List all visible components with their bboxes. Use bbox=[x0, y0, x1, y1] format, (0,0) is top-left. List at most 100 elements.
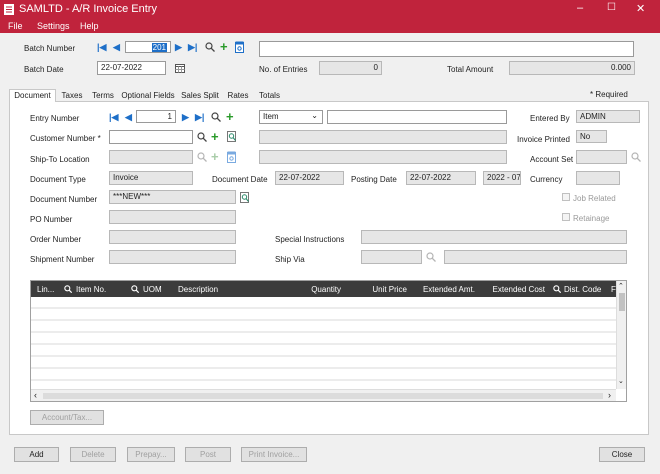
next-batch-icon[interactable]: ▶ bbox=[175, 42, 182, 53]
tab-terms[interactable]: Terms bbox=[89, 91, 117, 100]
po-number-input[interactable] bbox=[109, 210, 236, 224]
entry-description-input[interactable] bbox=[327, 110, 507, 124]
vertical-scroll-thumb[interactable] bbox=[619, 293, 625, 311]
col-extended-amt[interactable]: Extended Amt. bbox=[413, 285, 475, 294]
batch-date-input[interactable]: 22-07-2022 bbox=[97, 61, 166, 75]
scroll-right-icon[interactable]: › bbox=[608, 390, 611, 400]
next-entry-icon[interactable]: ▶ bbox=[182, 112, 189, 123]
chevron-down-icon: ⌄ bbox=[311, 111, 318, 120]
customer-name-value bbox=[259, 130, 507, 144]
search-icon[interactable] bbox=[211, 112, 221, 122]
customer-number-input[interactable] bbox=[109, 130, 193, 144]
job-related-checkbox[interactable] bbox=[562, 193, 570, 201]
po-number-label: PO Number bbox=[30, 215, 73, 224]
shipment-number-label: Shipment Number bbox=[30, 255, 95, 264]
prepay-button[interactable]: Prepay... bbox=[127, 447, 175, 462]
prev-entry-icon[interactable]: ◀ bbox=[125, 112, 132, 123]
menu-help[interactable]: Help bbox=[80, 21, 99, 31]
minimize-button[interactable]: – bbox=[577, 2, 583, 14]
col-unit-price[interactable]: Unit Price bbox=[349, 285, 407, 294]
tab-totals[interactable]: Totals bbox=[255, 91, 284, 100]
menu-settings[interactable]: Settings bbox=[37, 21, 70, 31]
order-number-input[interactable] bbox=[109, 230, 236, 244]
detail-grid[interactable]: Lin... Item No. UOM Description Quantity… bbox=[30, 280, 627, 402]
calendar-icon[interactable] bbox=[175, 63, 185, 73]
horizontal-scroll-thumb[interactable] bbox=[43, 393, 603, 399]
tab-sales-split[interactable]: Sales Split bbox=[179, 91, 221, 100]
search-icon[interactable] bbox=[197, 152, 207, 162]
maximize-button[interactable]: ☐ bbox=[607, 2, 616, 13]
batch-number-input[interactable]: 201 bbox=[125, 41, 171, 53]
batch-number-label: Batch Number bbox=[24, 44, 76, 53]
post-button[interactable]: Post bbox=[185, 447, 231, 462]
col-extended-cost[interactable]: Extended Cost bbox=[481, 285, 545, 294]
add-button[interactable]: Add bbox=[14, 447, 59, 462]
batch-description-input[interactable] bbox=[259, 41, 634, 57]
print-invoice-button[interactable]: Print Invoice... bbox=[241, 447, 307, 462]
vertical-scrollbar[interactable]: ⌃ ⌄ bbox=[616, 281, 626, 389]
col-dist-code[interactable]: Dist. Code bbox=[564, 285, 606, 294]
shipment-number-input[interactable] bbox=[109, 250, 236, 264]
menu-file[interactable]: File bbox=[8, 21, 23, 31]
ship-to-input[interactable] bbox=[109, 150, 193, 164]
first-batch-icon[interactable]: |◀ bbox=[97, 42, 106, 53]
close-button[interactable]: Close bbox=[599, 447, 645, 462]
new-entry-icon[interactable]: + bbox=[226, 110, 234, 123]
document-type-label: Document Type bbox=[30, 175, 86, 184]
prev-batch-icon[interactable]: ◀ bbox=[113, 42, 120, 53]
scroll-up-icon[interactable]: ⌃ bbox=[618, 282, 624, 290]
col-quantity[interactable]: Quantity bbox=[299, 285, 341, 294]
scroll-left-icon[interactable]: ‹ bbox=[34, 390, 37, 400]
horizontal-scrollbar[interactable]: ‹ › bbox=[31, 389, 616, 401]
first-entry-icon[interactable]: |◀ bbox=[109, 112, 118, 123]
window-title: SAMLTD - A/R Invoice Entry bbox=[19, 3, 157, 15]
search-icon[interactable] bbox=[553, 285, 561, 293]
currency-value bbox=[576, 171, 620, 185]
account-set-input[interactable] bbox=[576, 150, 627, 164]
batch-settings-icon[interactable] bbox=[235, 41, 244, 53]
document-number-value[interactable]: ***NEW*** bbox=[109, 190, 236, 204]
close-window-button[interactable]: ✕ bbox=[636, 2, 645, 15]
grid-body[interactable] bbox=[31, 297, 616, 389]
entry-number-input[interactable]: 1 bbox=[136, 110, 176, 123]
search-icon[interactable] bbox=[64, 285, 72, 293]
detail-type-select[interactable]: Item ⌄ bbox=[259, 110, 323, 124]
order-number-label: Order Number bbox=[30, 235, 82, 244]
entries-value: 0 bbox=[319, 61, 382, 75]
scroll-down-icon[interactable]: ⌄ bbox=[618, 377, 624, 385]
tab-rates[interactable]: Rates bbox=[224, 91, 252, 100]
col-line[interactable]: Lin... bbox=[37, 285, 61, 294]
col-description[interactable]: Description bbox=[178, 285, 298, 294]
new-customer-icon[interactable]: + bbox=[211, 130, 219, 143]
document-details-icon[interactable] bbox=[240, 192, 250, 203]
tab-document[interactable]: Document bbox=[9, 89, 56, 102]
ship-to-settings-icon[interactable] bbox=[227, 151, 236, 163]
account-tax-button[interactable]: Account/Tax... bbox=[30, 410, 104, 425]
customer-details-icon[interactable] bbox=[227, 131, 237, 142]
tab-taxes[interactable]: Taxes bbox=[58, 91, 86, 100]
tab-optional-fields[interactable]: Optional Fields bbox=[120, 91, 176, 100]
col-item-no[interactable]: Item No. bbox=[76, 285, 126, 294]
app-icon bbox=[4, 4, 14, 15]
posting-date-value[interactable]: 22-07-2022 bbox=[406, 171, 476, 185]
entries-label: No. of Entries bbox=[259, 65, 308, 74]
special-instructions-input[interactable] bbox=[361, 230, 627, 244]
new-ship-to-icon[interactable]: + bbox=[211, 150, 219, 163]
search-icon[interactable] bbox=[631, 152, 641, 162]
document-number-label: Document Number bbox=[30, 195, 98, 204]
retainage-checkbox[interactable] bbox=[562, 213, 570, 221]
entered-by-value: ADMIN bbox=[576, 110, 640, 123]
ship-via-input[interactable] bbox=[361, 250, 422, 264]
search-icon[interactable] bbox=[197, 132, 207, 142]
last-batch-icon[interactable]: ▶| bbox=[188, 42, 197, 53]
new-batch-icon[interactable]: + bbox=[220, 40, 228, 53]
last-entry-icon[interactable]: ▶| bbox=[195, 112, 204, 123]
delete-button[interactable]: Delete bbox=[70, 447, 116, 462]
col-uom[interactable]: UOM bbox=[143, 285, 173, 294]
total-amount-label: Total Amount bbox=[447, 65, 494, 74]
entered-by-label: Entered By bbox=[530, 114, 570, 123]
search-icon[interactable] bbox=[426, 252, 436, 262]
search-icon[interactable] bbox=[131, 285, 139, 293]
document-date-value[interactable]: 22-07-2022 bbox=[275, 171, 344, 185]
search-icon[interactable] bbox=[205, 42, 215, 52]
